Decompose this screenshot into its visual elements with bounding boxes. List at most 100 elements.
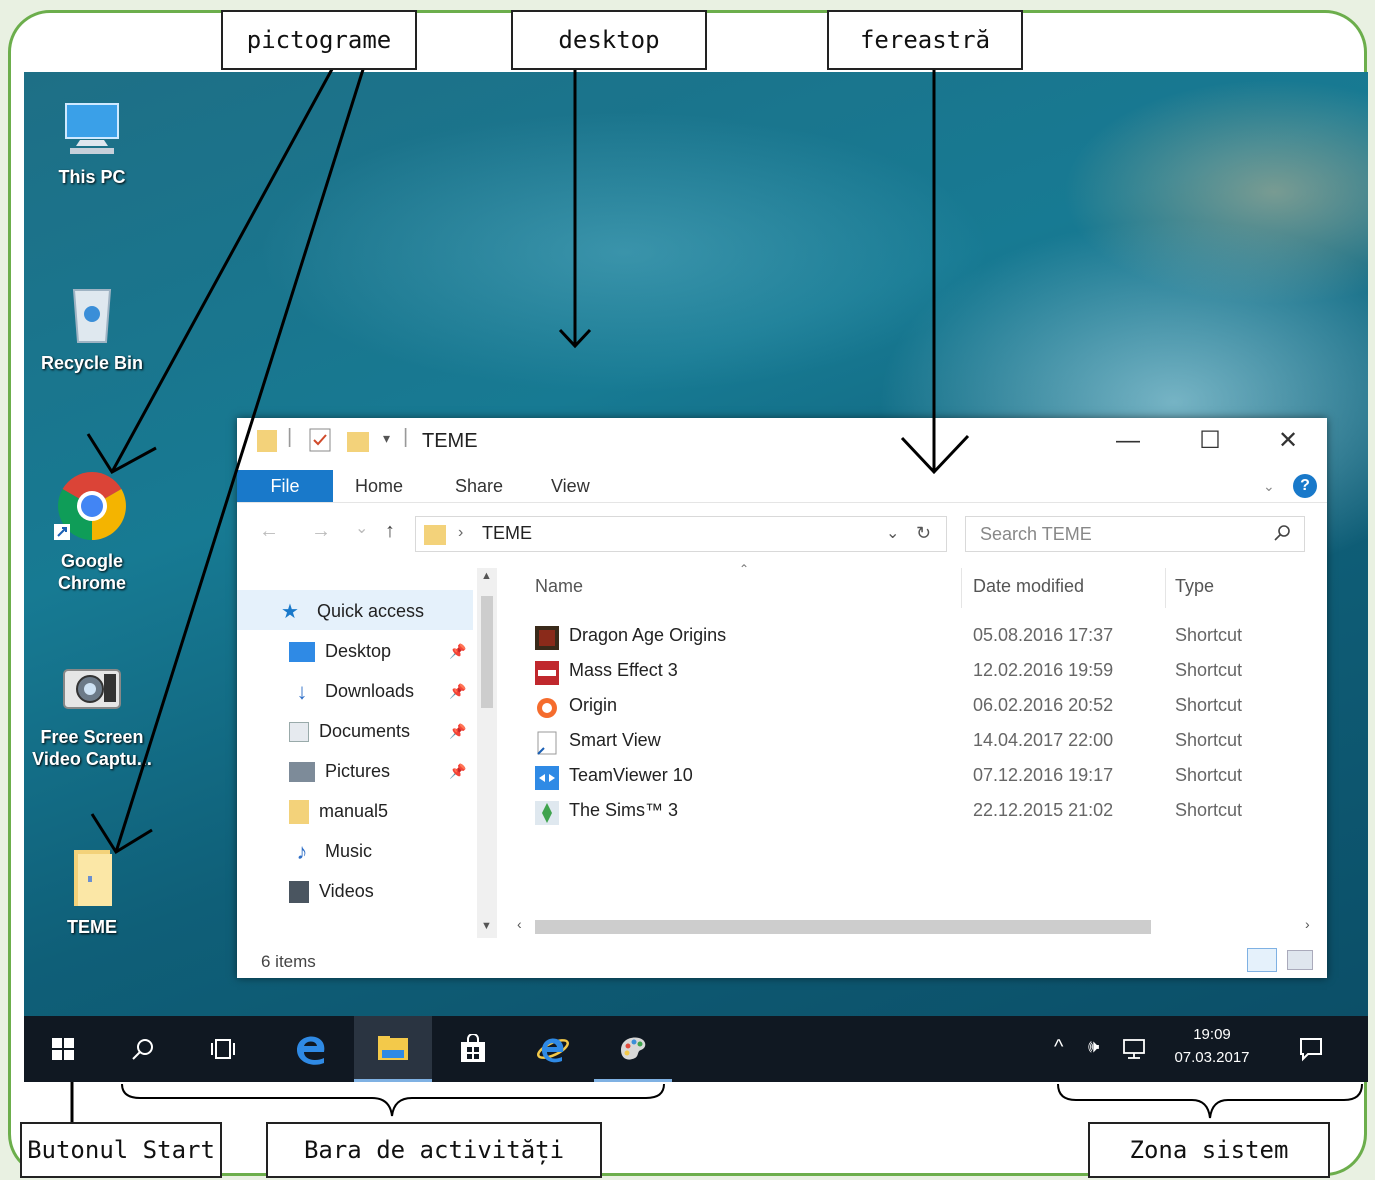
file-type: Shortcut <box>1175 800 1243 820</box>
status-bar-item-count: 6 items <box>261 952 316 971</box>
taskbar-paint[interactable] <box>594 1016 672 1082</box>
large-icons-view-button[interactable] <box>1287 950 1313 970</box>
address-dropdown-chevron-icon[interactable]: ⌄ <box>886 523 899 543</box>
file-type: Shortcut <box>1175 730 1243 750</box>
notification-icon <box>1300 1038 1322 1062</box>
search-input[interactable]: Search TEME <box>965 516 1305 552</box>
file-name: Mass Effect 3 <box>569 660 678 680</box>
search-button[interactable] <box>104 1016 182 1082</box>
search-icon <box>132 1039 153 1060</box>
download-arrow-icon: ↓ <box>296 679 308 705</box>
minimize-button[interactable]: — <box>1105 424 1151 458</box>
nav-item-music[interactable]: ♪ Music <box>289 834 373 868</box>
scroll-left-arrow-icon[interactable]: ‹ <box>517 916 522 932</box>
file-row[interactable]: The Sims™ 3 22.12.2015 21:02 Shortcut <box>517 795 1317 829</box>
tab-home[interactable]: Home <box>355 470 403 502</box>
nav-item-documents[interactable]: Documents 📌 <box>289 714 479 748</box>
nav-item-label: Downloads <box>325 681 415 701</box>
recent-locations-button[interactable]: ⌄ <box>355 518 368 538</box>
forward-button[interactable]: → <box>311 520 331 543</box>
desktop-icon-recycle-bin[interactable]: Recycle Bin <box>32 282 152 374</box>
label-zona-sistem: Zona sistem <box>1088 1122 1330 1178</box>
column-header-date[interactable]: Date modified <box>973 576 1084 597</box>
scroll-right-arrow-icon[interactable]: › <box>1305 916 1310 932</box>
scroll-up-arrow-icon[interactable]: ▲ <box>481 570 492 582</box>
details-view-button[interactable] <box>1247 948 1277 972</box>
task-view-button[interactable] <box>184 1016 262 1082</box>
desktop-icon-google-chrome[interactable]: Google Chrome <box>32 468 152 594</box>
desktop-icon-label: This PC <box>58 167 126 187</box>
folder-icon <box>60 846 124 910</box>
file-row[interactable]: Origin 06.02.2016 20:52 Shortcut <box>517 690 1317 724</box>
nav-item-quick-access[interactable]: ★ Quick access <box>281 594 424 628</box>
file-row[interactable]: Mass Effect 3 12.02.2016 19:59 Shortcut <box>517 655 1317 689</box>
computer-icon <box>60 96 124 160</box>
horizontal-scrollbar[interactable]: ‹ › <box>517 916 1317 934</box>
column-header-name[interactable]: Name <box>535 576 583 597</box>
up-button[interactable]: ↑ <box>385 520 395 543</box>
taskbar-edge[interactable] <box>272 1016 350 1082</box>
taskbar-store[interactable] <box>434 1016 512 1082</box>
desktop-icon-free-screen-video-capture[interactable]: Free Screen Video Captu... <box>24 656 160 770</box>
tab-file[interactable]: File <box>237 470 333 502</box>
tray-show-hidden-icons[interactable]: ^ <box>1054 1036 1063 1059</box>
action-center-button[interactable] <box>1298 1036 1324 1067</box>
desktop-icon-this-pc[interactable]: This PC <box>32 96 152 188</box>
tab-share[interactable]: Share <box>455 470 503 502</box>
teamviewer-icon <box>535 766 559 790</box>
label-bara-de-activitati: Bara de activități <box>266 1122 602 1178</box>
horizontal-scrollbar-thumb[interactable] <box>535 920 1151 934</box>
desktop-icon-label: TEME <box>66 917 117 937</box>
breadcrumb[interactable]: TEME <box>482 523 532 544</box>
quick-access-toolbar-dropdown[interactable]: ▾ <box>383 430 390 447</box>
taskbar-internet-explorer[interactable] <box>514 1016 592 1082</box>
internet-explorer-icon <box>537 1038 569 1063</box>
nav-item-pictures[interactable]: Pictures 📌 <box>289 754 479 788</box>
nav-item-manual5[interactable]: manual5 <box>289 794 388 828</box>
nav-scrollbar-thumb[interactable] <box>481 596 493 708</box>
video-icon <box>289 881 309 904</box>
taskbar: ^ 🕪 19:09 07.03.2017 <box>24 1016 1368 1082</box>
file-row[interactable]: Smart View 14.04.2017 22:00 Shortcut <box>517 725 1317 759</box>
column-divider <box>1165 568 1166 608</box>
taskbar-file-explorer[interactable] <box>354 1016 432 1082</box>
column-header-type[interactable]: Type <box>1175 576 1214 597</box>
pin-icon: 📌 <box>449 763 467 779</box>
ribbon: File Home Share View ⌄ ? <box>237 470 1327 503</box>
paint-icon <box>621 1037 646 1060</box>
clock[interactable]: 19:09 07.03.2017 <box>1172 1026 1252 1066</box>
nav-scrollbar[interactable]: ▲ ▼ <box>477 568 497 938</box>
nav-item-videos[interactable]: Videos <box>289 874 374 908</box>
smart-view-icon <box>537 731 557 755</box>
file-explorer-icon <box>378 1035 408 1060</box>
sims-icon <box>535 801 559 825</box>
desktop-icon-teme[interactable]: TEME <box>32 846 152 938</box>
start-button[interactable] <box>24 1016 102 1082</box>
expand-ribbon-chevron-icon[interactable]: ⌄ <box>1263 478 1275 495</box>
properties-icon[interactable] <box>309 428 331 457</box>
file-date: 12.02.2016 19:59 <box>973 660 1114 680</box>
file-row[interactable]: Dragon Age Origins 05.08.2016 17:37 Shor… <box>517 620 1317 654</box>
title-bar: | ▾ | TEME — ☐ ✕ <box>237 418 1327 464</box>
help-icon[interactable]: ? <box>1293 474 1317 498</box>
search-icon <box>1273 524 1291 547</box>
tab-view[interactable]: View <box>551 470 590 502</box>
nav-item-desktop[interactable]: Desktop 📌 <box>289 634 479 668</box>
desktop-icon <box>289 642 315 663</box>
file-row[interactable]: TeamViewer 10 07.12.2016 19:17 Shortcut <box>517 760 1317 794</box>
desktop-icon-label: Video Captu... <box>32 749 152 769</box>
new-folder-icon[interactable] <box>347 428 369 457</box>
folder-icon <box>257 428 277 457</box>
back-button[interactable]: ← <box>259 520 279 543</box>
close-button[interactable]: ✕ <box>1265 424 1311 458</box>
folder-icon <box>424 523 446 550</box>
nav-item-downloads[interactable]: ↓ Downloads 📌 <box>289 674 479 708</box>
network-icon[interactable] <box>1122 1038 1146 1065</box>
address-bar[interactable]: › TEME ⌄ ↻ <box>415 516 947 552</box>
scroll-down-arrow-icon[interactable]: ▼ <box>481 920 492 932</box>
file-date: 06.02.2016 20:52 <box>973 695 1114 715</box>
refresh-icon[interactable]: ↻ <box>916 523 931 544</box>
volume-icon[interactable]: 🕪 <box>1088 1036 1099 1057</box>
maximize-button[interactable]: ☐ <box>1187 424 1233 458</box>
sort-indicator-icon: ⌃ <box>739 562 750 576</box>
